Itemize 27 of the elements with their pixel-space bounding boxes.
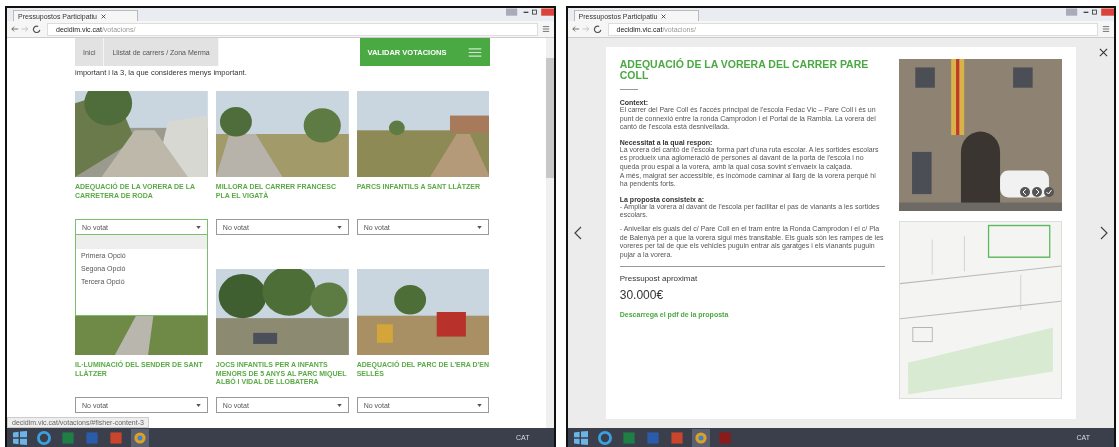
start-icon[interactable] [571, 428, 590, 447]
caret-icon [195, 225, 201, 229]
caret-icon [336, 403, 342, 407]
menu-icon[interactable] [541, 25, 550, 33]
window-controls-icon[interactable] [505, 8, 554, 17]
browser-app-icon[interactable] [131, 428, 149, 447]
close-icon[interactable] [1099, 48, 1108, 57]
caret-icon [477, 403, 483, 407]
browser-app-icon[interactable] [595, 428, 614, 447]
window-controls-icon[interactable] [1066, 8, 1114, 17]
start-icon[interactable] [11, 428, 29, 447]
budget-label: Pressupost aproximat [619, 274, 699, 284]
check-icon[interactable] [1043, 187, 1054, 197]
caret-icon [477, 225, 483, 229]
caret-icon [336, 225, 342, 229]
proposal-title: ADEQUACIÓ DE LA VORERA DEL CARRER PARE COLL [619, 59, 870, 81]
close-icon[interactable] [101, 13, 106, 19]
navigation-arrows-icon[interactable] [11, 25, 43, 33]
menu-icon[interactable] [1102, 25, 1110, 33]
browser-app-icon[interactable] [691, 428, 710, 447]
caret-icon [195, 403, 201, 407]
navigation-arrows-icon[interactable] [571, 25, 604, 33]
close-icon[interactable] [661, 13, 667, 19]
arrow-icon[interactable] [1019, 187, 1030, 197]
budget-amount: 30.000€ [619, 288, 665, 303]
scrollbar[interactable] [545, 38, 554, 428]
browser-app-icon[interactable] [35, 428, 53, 447]
